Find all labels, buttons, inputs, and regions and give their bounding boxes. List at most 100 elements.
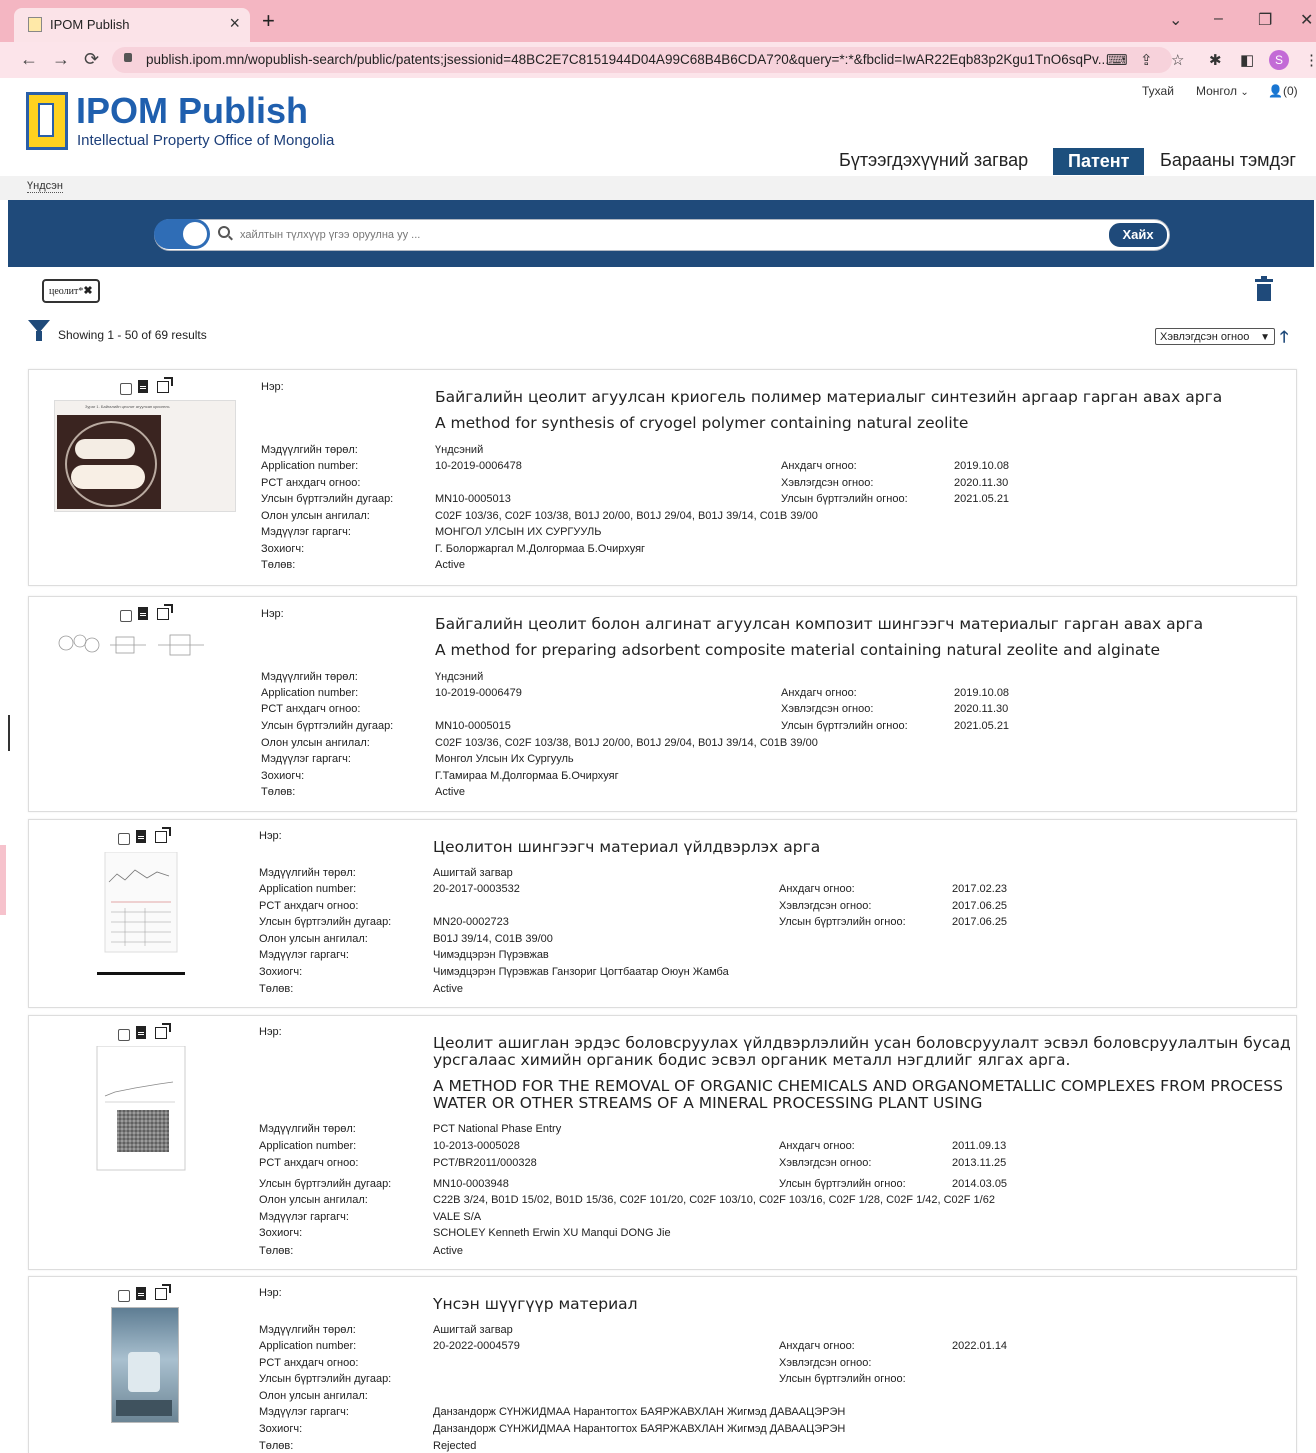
query-tag: цеолит*✖ xyxy=(42,279,100,303)
select-checkbox[interactable] xyxy=(118,833,130,845)
tab-search-icon[interactable]: ⌄ xyxy=(1169,10,1182,30)
back-icon[interactable]: ← xyxy=(20,49,38,70)
status-label: Төлөв: xyxy=(259,983,294,995)
title-mn[interactable]: Цеолитон шингээгч материал үйлдвэрлэх ар… xyxy=(433,838,820,856)
star-icon[interactable]: ☆ xyxy=(1171,51,1184,69)
tab-close-button[interactable]: × xyxy=(229,13,240,34)
inventor-value: Г.Тамираа М.Долгормаа Б.Очирхуяг xyxy=(435,770,619,782)
result-thumbnail[interactable] xyxy=(95,1046,187,1172)
result-card: Нэр: Үнсэн шүүгүүр материал Мэдүүлгийн т… xyxy=(28,1276,1297,1453)
select-checkbox[interactable] xyxy=(120,383,132,395)
title-mn[interactable]: Байгалийн цеолит агуулсан криогель полим… xyxy=(435,388,1222,406)
sort-select[interactable]: Хэвлэгдсэн огноо ▼ xyxy=(1155,328,1275,345)
ipc-value: C02F 103/36, C02F 103/38, B01J 20/00, B0… xyxy=(435,737,818,749)
pct-label: PCT анхдагч огноо: xyxy=(259,900,359,912)
filing-date-value: 2019.10.08 xyxy=(954,687,1010,699)
result-thumbnail[interactable]: Зураг 1. Байгалийн цеолит агуулсан криог… xyxy=(54,400,236,512)
result-card: Нэр: Цеолит ашиглан эрдэс боловсруулах ү… xyxy=(28,1015,1297,1270)
filing-date-label: Анхдагч огноо: xyxy=(779,1340,855,1352)
name-label: Нэр: xyxy=(259,1287,282,1299)
title-en[interactable]: A method for preparing adsorbent composi… xyxy=(435,641,1160,659)
profile-avatar[interactable]: S xyxy=(1269,50,1289,70)
language-select[interactable]: Монгол ⌄ xyxy=(1196,84,1249,98)
browser-tab[interactable]: IPOM Publish × xyxy=(14,8,250,42)
title-mn-line1[interactable]: Цеолит ашиглан эрдэс боловсруулах үйлдвэ… xyxy=(433,1034,1291,1052)
minimize-icon[interactable]: – xyxy=(1214,10,1223,28)
title-en-line1[interactable]: A METHOD FOR THE REMOVAL OF ORGANIC CHEM… xyxy=(433,1077,1283,1095)
filing-date-label: Анхдагч огноо: xyxy=(781,460,857,472)
search-icon xyxy=(218,226,230,238)
tab-title: IPOM Publish xyxy=(50,17,130,32)
app-no-label: Application number: xyxy=(259,1140,357,1152)
new-tab-button[interactable]: + xyxy=(262,8,275,34)
select-checkbox[interactable] xyxy=(118,1029,130,1041)
title-mn-line2[interactable]: урсгалаас химийн органик бодис эсвэл орг… xyxy=(433,1051,1070,1069)
trash-can xyxy=(1257,284,1271,301)
window-close-icon[interactable]: ✕ xyxy=(1300,10,1313,30)
pct-value: PCT/BR2011/000328 xyxy=(433,1157,537,1169)
filing-date-value: 2022.01.14 xyxy=(952,1340,1008,1352)
nav-design[interactable]: Бүтээгдэхүүний загвар xyxy=(839,150,1028,171)
thumbnail-caption: Зураг 1. Байгалийн цеолит агуулсан криог… xyxy=(85,404,170,409)
title-mn[interactable]: Байгалийн цеолит болон алгинат агуулсан … xyxy=(435,615,1203,633)
title-en-line2[interactable]: WATER OR OTHER STREAMS OF A MINERAL PROC… xyxy=(433,1094,982,1112)
trash-icon[interactable] xyxy=(1255,276,1273,301)
document-icon[interactable] xyxy=(136,830,146,843)
name-label: Нэр: xyxy=(259,830,282,842)
external-link-icon[interactable] xyxy=(155,1284,171,1300)
result-thumbnail[interactable] xyxy=(54,625,214,665)
document-icon[interactable] xyxy=(138,607,148,620)
external-link-icon[interactable] xyxy=(155,1023,171,1039)
applicant-label: Мэдүүлэг гаргагч: xyxy=(261,753,351,765)
omnibox[interactable]: publish.ipom.mn/wopublish-search/public/… xyxy=(112,47,1172,73)
reload-icon[interactable]: ⟳ xyxy=(84,49,99,70)
select-checkbox[interactable] xyxy=(120,610,132,622)
menu-icon[interactable]: ⋮ xyxy=(1304,51,1316,69)
external-link-icon[interactable] xyxy=(157,377,173,393)
type-label: Мэдүүлгийн төрөл: xyxy=(259,1324,356,1336)
search-input[interactable] xyxy=(238,221,1102,249)
ipc-value: C02F 103/36, C02F 103/38, B01J 20/00, B0… xyxy=(435,510,818,522)
type-label: Мэдүүлгийн төрөл: xyxy=(261,671,358,683)
external-link-icon[interactable] xyxy=(157,604,173,620)
nav-patent[interactable]: Патент xyxy=(1053,148,1145,175)
result-thumbnail[interactable] xyxy=(111,1307,179,1423)
sidebar-icon[interactable]: ◧ xyxy=(1240,51,1254,69)
select-checkbox[interactable] xyxy=(118,1290,130,1302)
inventor-label: Зохиогч: xyxy=(259,1227,303,1239)
search-button[interactable]: Хайх xyxy=(1108,222,1168,248)
search-mode-toggle[interactable] xyxy=(154,219,210,249)
title-mn[interactable]: Үнсэн шүүгүүр материал xyxy=(433,1295,638,1313)
document-icon[interactable] xyxy=(138,380,148,393)
pub-date-label: Хэвлэгдсэн огноо: xyxy=(779,1157,872,1169)
reg-date-value: 2017.06.25 xyxy=(952,916,1008,928)
result-thumbnail[interactable] xyxy=(95,852,187,976)
title-en[interactable]: A method for synthesis of cryogel polyme… xyxy=(435,414,968,432)
filter-funnel-icon[interactable] xyxy=(28,320,50,341)
logo-subtitle: Intellectual Property Office of Mongolia xyxy=(77,132,335,149)
share-icon[interactable]: ⇪ xyxy=(1140,51,1153,69)
url-text[interactable]: publish.ipom.mn/wopublish-search/public/… xyxy=(146,52,1146,67)
sort-direction-icon[interactable]: 🡑 xyxy=(1280,326,1288,353)
forward-icon[interactable]: → xyxy=(52,49,70,70)
external-link-icon[interactable] xyxy=(155,827,171,843)
about-link[interactable]: Тухай xyxy=(1142,84,1174,98)
ipom-logo-icon[interactable] xyxy=(26,92,68,150)
user-cart[interactable]: 👤(0) xyxy=(1268,84,1298,98)
document-icon[interactable] xyxy=(136,1287,146,1300)
pct-label: PCT анхдагч огноо: xyxy=(261,477,361,489)
inventor-label: Зохиогч: xyxy=(259,1423,303,1435)
breadcrumb[interactable]: Үндсэн xyxy=(27,180,63,193)
app-no-label: Application number: xyxy=(259,1340,357,1352)
logo-title[interactable]: IPOM Publish xyxy=(76,90,308,132)
restore-icon[interactable]: ❐ xyxy=(1258,10,1272,30)
nav-trademark[interactable]: Барааны тэмдэг xyxy=(1160,150,1296,171)
lock-icon xyxy=(124,53,132,62)
reg-no-label: Улсын бүртгэлийн дугаар: xyxy=(259,1373,392,1385)
document-icon[interactable] xyxy=(136,1026,146,1039)
filing-date-value: 2011.09.13 xyxy=(952,1140,1007,1152)
filing-date-value: 2017.02.23 xyxy=(952,883,1008,895)
extensions-icon[interactable]: ✱ xyxy=(1209,51,1222,69)
remove-tag-icon[interactable]: ✖ xyxy=(83,285,92,297)
translate-icon[interactable]: ⌨ xyxy=(1106,51,1128,69)
